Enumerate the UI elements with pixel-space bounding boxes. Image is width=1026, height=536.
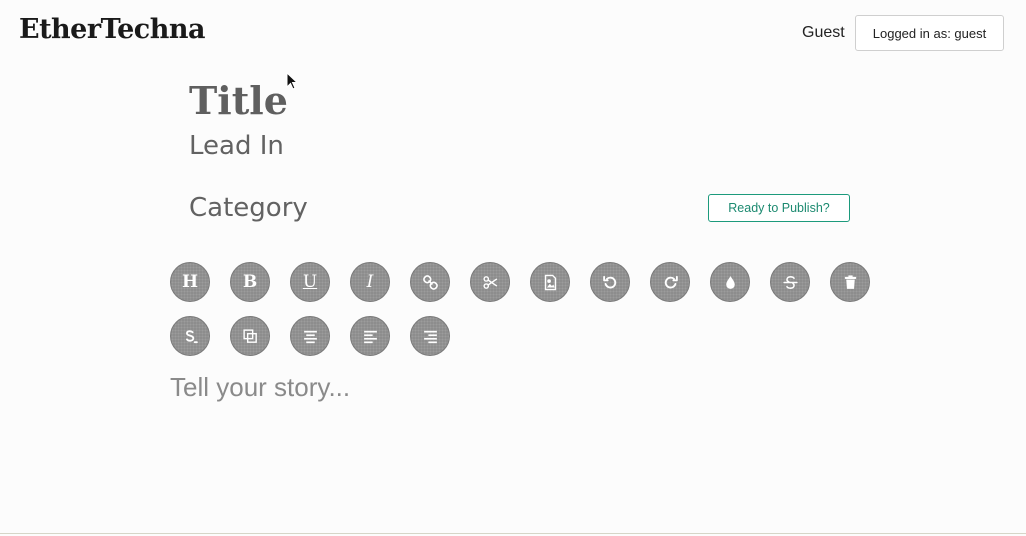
- redo-icon: [664, 275, 678, 288]
- align-right-icon: [423, 330, 437, 343]
- link-icon: [422, 274, 438, 290]
- text-color-button[interactable]: [710, 262, 750, 302]
- copy-button[interactable]: [230, 316, 270, 356]
- image-icon: [544, 274, 556, 290]
- bold-icon: B: [242, 272, 258, 292]
- heading-icon: H: [181, 272, 199, 292]
- clear-format-icon: [185, 329, 198, 343]
- redo-button[interactable]: [650, 262, 690, 302]
- image-button[interactable]: [530, 262, 570, 302]
- copy-icon: [242, 328, 257, 343]
- cut-icon: [482, 275, 497, 289]
- delete-button[interactable]: [830, 262, 870, 302]
- clear-format-button[interactable]: [170, 316, 210, 356]
- bold-button[interactable]: B: [230, 262, 270, 302]
- trash-icon: [844, 274, 856, 289]
- user-name: Guest: [802, 24, 845, 41]
- cut-button[interactable]: [470, 262, 510, 302]
- lead-in-input[interactable]: Lead In: [189, 131, 284, 161]
- underline-button[interactable]: U: [290, 262, 330, 302]
- title-input[interactable]: Title: [189, 78, 288, 123]
- align-right-button[interactable]: [410, 316, 450, 356]
- undo-button[interactable]: [590, 262, 630, 302]
- heading-button[interactable]: H: [170, 262, 210, 302]
- strikethrough-button[interactable]: [770, 262, 810, 302]
- color-drop-icon: [725, 275, 735, 289]
- italic-button[interactable]: I: [350, 262, 390, 302]
- align-left-button[interactable]: [350, 316, 390, 356]
- align-center-icon: [303, 330, 317, 343]
- underline-icon: U: [302, 272, 318, 292]
- brand-logo[interactable]: EtherTechna: [19, 14, 205, 45]
- story-body-input[interactable]: Tell your story...: [170, 372, 350, 403]
- align-center-button[interactable]: [290, 316, 330, 356]
- category-input[interactable]: Category: [189, 193, 308, 223]
- strikethrough-icon: [782, 275, 798, 289]
- undo-icon: [602, 275, 616, 288]
- mouse-pointer-icon: [286, 72, 298, 90]
- page-bottom-divider: [0, 533, 1026, 534]
- align-left-icon: [363, 330, 377, 343]
- link-button[interactable]: [410, 262, 450, 302]
- ready-to-publish-button[interactable]: Ready to Publish?: [708, 194, 850, 222]
- login-status-button[interactable]: Logged in as: guest: [855, 15, 1004, 51]
- italic-icon: I: [366, 272, 374, 292]
